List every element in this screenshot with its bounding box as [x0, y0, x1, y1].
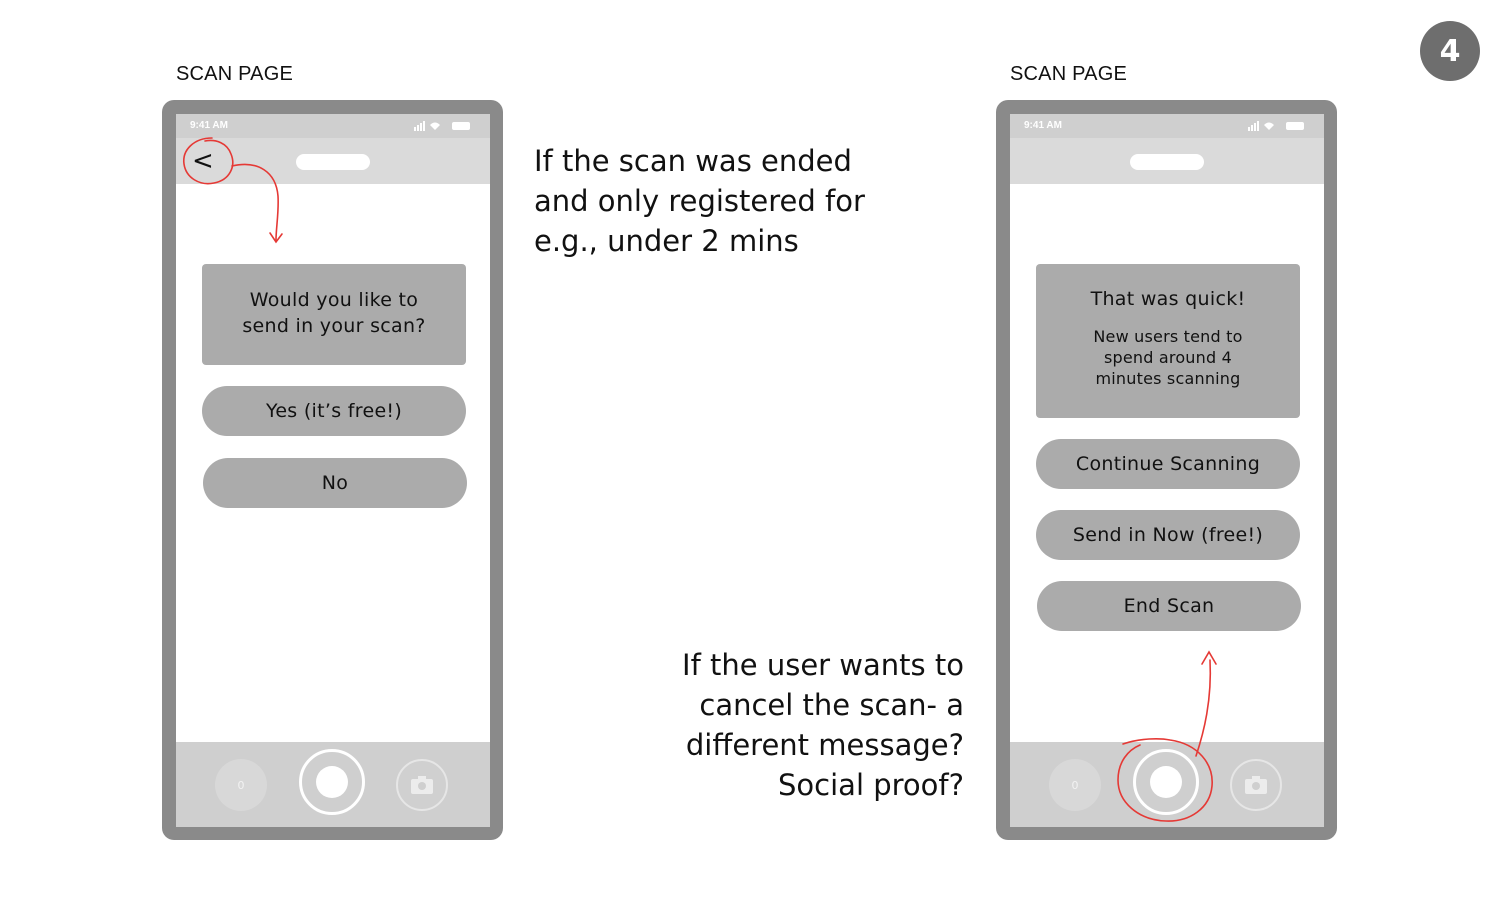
gallery-count: 0 [237, 778, 245, 792]
shutter-icon [316, 766, 348, 798]
wifi-icon [430, 122, 440, 130]
status-bar: 9:41 AM [1010, 114, 1324, 138]
end-scan-button[interactable]: End Scan [1037, 581, 1301, 631]
slide-number-badge: 4 [1420, 21, 1480, 81]
gallery-counter-button[interactable]: 0 [1049, 759, 1101, 811]
shutter-button[interactable] [299, 749, 365, 815]
status-icons [414, 121, 470, 131]
note-cancel-line-4: Social proof? [778, 768, 964, 802]
battery-icon [1286, 122, 1304, 130]
status-time: 9:41 AM [1024, 120, 1062, 131]
title-placeholder [296, 154, 370, 170]
yes-free-button[interactable]: Yes (it’s free!) [202, 386, 466, 436]
status-time: 9:41 AM [190, 120, 228, 131]
note-short-scan: If the scan was ended and only registere… [534, 141, 865, 261]
send-scan-prompt: Would you like to send in your scan? [202, 264, 466, 365]
right-phone-screen: 9:41 AM That was quick! New users tend t… [1010, 114, 1324, 827]
gallery-counter-button[interactable]: 0 [215, 759, 267, 811]
title-placeholder [1130, 154, 1204, 170]
signal-icon [414, 127, 416, 131]
message-title: That was quick! [1090, 288, 1246, 310]
note-short-line-2: and only registered for [534, 184, 865, 218]
message-line-2: spend around 4 [1103, 348, 1233, 367]
note-short-line-1: If the scan was ended [534, 144, 852, 178]
back-button[interactable]: < [192, 146, 216, 176]
flip-camera-button[interactable] [396, 759, 448, 811]
send-in-now-button[interactable]: Send in Now (free!) [1036, 510, 1300, 560]
left-page-label: SCAN PAGE [176, 63, 294, 85]
battery-icon [452, 122, 470, 130]
shutter-icon [1150, 766, 1182, 798]
camera-toolbar: 0 [176, 742, 490, 827]
message-line-1: New users tend to [1093, 327, 1243, 346]
prompt-line-2: send in your scan? [242, 315, 426, 337]
note-cancel-line-2: cancel the scan- a [699, 688, 964, 722]
chevron-left-icon: < [192, 146, 214, 176]
camera-icon [411, 776, 433, 794]
message-line-3: minutes scanning [1095, 369, 1241, 388]
right-page-label: SCAN PAGE [1010, 63, 1128, 85]
prompt-line-1: Would you like to [249, 289, 419, 311]
flip-camera-button[interactable] [1230, 759, 1282, 811]
status-bar: 9:41 AM [176, 114, 490, 138]
no-button[interactable]: No [203, 458, 467, 508]
status-icons [1248, 121, 1304, 131]
gallery-count: 0 [1071, 778, 1079, 792]
wifi-icon [1264, 122, 1274, 130]
signal-icon [1248, 127, 1250, 131]
shutter-button[interactable] [1133, 749, 1199, 815]
camera-toolbar: 0 [1010, 742, 1324, 827]
nav-bar [1010, 138, 1324, 184]
left-phone-screen: 9:41 AM < Would you like to send in your… [176, 114, 490, 827]
nav-bar: < [176, 138, 490, 184]
note-short-line-3: e.g., under 2 mins [534, 224, 799, 258]
left-phone-mockup: 9:41 AM < Would you like to send in your… [162, 100, 503, 840]
quick-scan-message: That was quick! New users tend to spend … [1036, 264, 1300, 418]
note-cancel-scan: If the user wants to cancel the scan- a … [660, 645, 964, 805]
camera-icon [1245, 776, 1267, 794]
right-phone-mockup: 9:41 AM That was quick! New users tend t… [996, 100, 1337, 840]
note-cancel-line-3: different message? [685, 728, 964, 762]
note-cancel-line-1: If the user wants to [682, 648, 964, 682]
continue-scanning-button[interactable]: Continue Scanning [1036, 439, 1300, 489]
